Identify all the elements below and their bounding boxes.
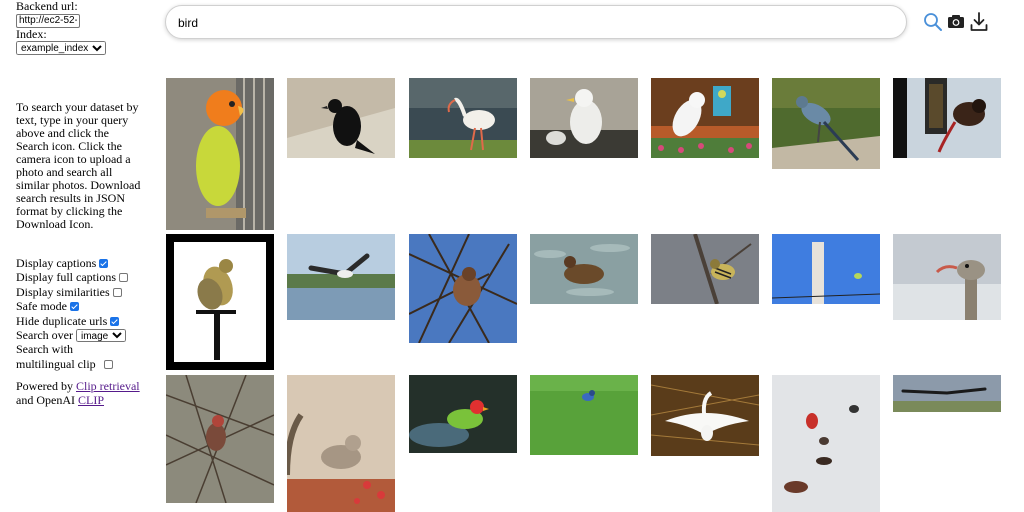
backend-url-input[interactable]: [16, 13, 80, 28]
clip-link[interactable]: CLIP: [78, 393, 104, 407]
download-icon[interactable]: [969, 11, 991, 33]
options-panel: Display captions Display full captions D…: [16, 256, 148, 371]
result-image-duck[interactable]: [530, 234, 638, 304]
hide-duplicate-urls-checkbox[interactable]: [110, 316, 120, 326]
result-image-red-headed-bird[interactable]: [409, 375, 517, 453]
search-icon[interactable]: [922, 11, 944, 33]
search-over-select[interactable]: image: [75, 329, 126, 343]
search-query-text: bird: [178, 16, 199, 30]
powered-by: Powered by Clip retrieval and OpenAI CLI…: [16, 379, 146, 407]
search-input[interactable]: bird: [165, 5, 907, 39]
multilingual-checkbox[interactable]: [103, 359, 113, 369]
result-image-cardinals-snow[interactable]: [772, 375, 880, 512]
result-image-dove[interactable]: [287, 375, 395, 512]
hide-duplicate-urls-label: Hide duplicate urls: [16, 313, 108, 328]
safe-mode-checkbox[interactable]: [69, 302, 79, 312]
result-image-flying-osprey[interactable]: [287, 234, 395, 320]
result-image-house-finch[interactable]: [166, 375, 274, 503]
clip-retrieval-link[interactable]: Clip retrieval: [76, 379, 140, 393]
settings-panel: Backend url: Index: example_index: [16, 0, 146, 55]
result-image-finch-branch[interactable]: [651, 234, 759, 304]
index-select[interactable]: example_index: [16, 40, 106, 55]
camera-icon[interactable]: [946, 11, 968, 33]
result-image-lovebird[interactable]: [166, 78, 274, 230]
result-image-blue-jay-grass[interactable]: [530, 375, 638, 455]
powered-prefix: Powered by: [16, 379, 73, 393]
multilingual-row: Search with multilingual clip: [16, 342, 126, 371]
powered-middle: and OpenAI: [16, 393, 75, 407]
result-image-gull[interactable]: [530, 78, 638, 158]
result-image-bird-in-flight[interactable]: [893, 375, 1001, 412]
result-image-perched-finch-framed[interactable]: [166, 234, 274, 370]
result-image-heron[interactable]: [772, 78, 880, 169]
display-captions-checkbox[interactable]: [99, 259, 109, 268]
result-image-ibis[interactable]: [409, 78, 517, 158]
display-full-captions-checkbox[interactable]: [118, 273, 128, 283]
result-image-egret[interactable]: [651, 375, 759, 456]
help-text: To search your dataset by text, type in …: [16, 100, 141, 231]
safe-mode-label: Safe mode: [16, 299, 67, 314]
display-captions-label: Display captions: [16, 256, 97, 270]
result-image-feeder-bird[interactable]: [893, 78, 1001, 158]
result-image-ostrich[interactable]: [893, 234, 1001, 320]
result-image-bird-in-tree[interactable]: [409, 234, 517, 343]
backend-url-label: Backend url:: [16, 0, 78, 13]
multilingual-label: Search with multilingual clip: [16, 342, 96, 371]
display-similarities-label: Display similarities: [16, 284, 110, 299]
display-similarities-checkbox[interactable]: [112, 287, 122, 297]
result-image-small-bird-pole[interactable]: [772, 234, 880, 304]
result-image-crow[interactable]: [287, 78, 395, 158]
display-full-captions-label: Display full captions: [16, 270, 116, 285]
result-image-cockatoo[interactable]: [651, 78, 759, 158]
index-label: Index:: [16, 26, 47, 41]
search-over-label: Search over: [16, 328, 73, 343]
